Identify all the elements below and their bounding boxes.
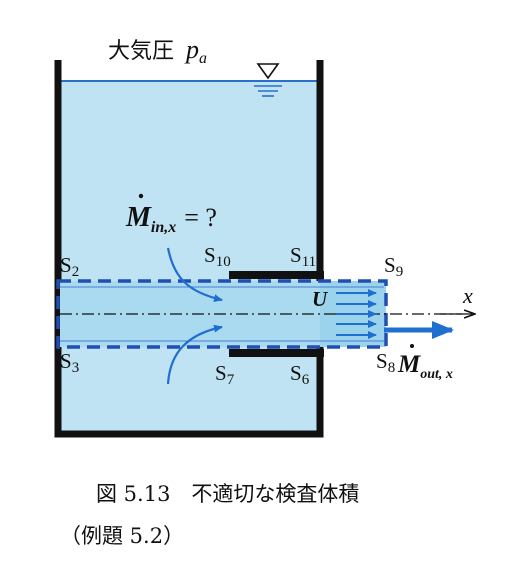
outflow-momentum-label: Mout, x bbox=[397, 344, 453, 382]
tank-water bbox=[58, 80, 320, 434]
figure-caption-subtitle: （例題 5.2） bbox=[60, 524, 185, 548]
nozzle-bottom-plate bbox=[229, 349, 324, 357]
x-axis-label: x bbox=[462, 283, 473, 308]
figure-caption: 図 5.13 不適切な検査体積 bbox=[96, 482, 360, 506]
nozzle-top-plate bbox=[229, 271, 324, 279]
pressure-symbol: pa bbox=[184, 35, 207, 67]
atmosphere-label: 大気圧 bbox=[108, 38, 174, 63]
svg-text:Mout, x: Mout, x bbox=[397, 351, 453, 382]
surface-label-s8: S8 bbox=[376, 349, 395, 376]
surface-label-s9: S9 bbox=[384, 253, 403, 280]
velocity-label: U bbox=[312, 287, 329, 311]
